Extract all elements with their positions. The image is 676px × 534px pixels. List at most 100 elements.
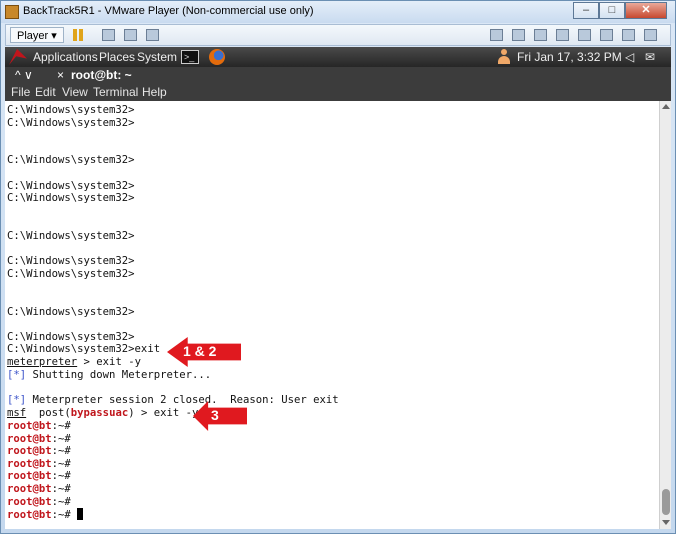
applications-menu[interactable]: Applications — [33, 50, 98, 64]
windows-prompt-line: C:\Windows\system32> — [7, 154, 135, 167]
msf-prompt: msf — [7, 407, 27, 419]
shutdown-text: Shutting down Meterpreter... — [26, 369, 212, 381]
root-prompt: root@bt — [7, 495, 52, 508]
player-menu-button[interactable]: Player ▾ — [10, 27, 64, 43]
sound-card-icon[interactable] — [600, 29, 613, 41]
callout-arrow-3: 3 — [193, 401, 247, 431]
floppy-icon[interactable] — [534, 29, 547, 41]
windows-prompt-line: C:\Windows\system32> — [7, 104, 135, 116]
root-prompt-suffix: :~# — [51, 432, 78, 445]
msf-module: bypassuac — [70, 407, 129, 419]
fullscreen-icon[interactable] — [124, 29, 137, 41]
gnome-top-panel: Applications Places System >_ Fri Jan 17… — [5, 47, 671, 67]
meterpreter-line: meterpreter > exit -y — [7, 356, 141, 369]
msf-line: msf post(bypassuac) > exit -y — [7, 407, 198, 420]
session-closed-text: Meterpreter session 2 closed. Reason: Us… — [26, 394, 339, 406]
terminal-menu-bar: File Edit View Terminal Help — [5, 84, 671, 101]
root-prompt-suffix: :~# — [51, 495, 78, 508]
pause-icon[interactable] — [72, 29, 85, 41]
terminal-scrollbar[interactable] — [659, 101, 671, 529]
windows-prompt-line: C:\Windows\system32> — [7, 330, 135, 343]
windows-prompt-line: C:\Windows\system32> — [7, 179, 135, 192]
root-prompt-line: root@bt:~# — [7, 420, 77, 433]
cd-drive-icon[interactable] — [512, 29, 525, 41]
volume-icon[interactable]: ◁ — [625, 50, 634, 64]
windows-prompt-line: C:\Windows\system32> — [7, 192, 135, 205]
root-prompt-line: root@bt:~# — [7, 470, 77, 483]
tab-close-icon[interactable]: × — [57, 68, 64, 82]
terminal-output[interactable]: C:\Windows\system32> C:\Windows\system32>… — [5, 101, 659, 529]
printer-icon[interactable] — [578, 29, 591, 41]
terminal-title-bar: ^ ∨ × root@bt: ~ — [5, 67, 671, 84]
callout-label-1-2: 1 & 2 — [183, 343, 217, 359]
window-title-bar[interactable]: BackTrack5R1 - VMware Player (Non-commer… — [1, 1, 675, 23]
menu-help[interactable]: Help — [142, 85, 167, 99]
msf-post: post( — [26, 407, 71, 419]
callout-arrow-1-2: 1 & 2 — [167, 337, 241, 367]
panel-clock[interactable]: Fri Jan 17, 3:32 PM — [517, 50, 622, 64]
vmware-toolbar: Player ▾ — [5, 24, 671, 46]
root-prompt-suffix: :~# — [51, 470, 78, 483]
shutdown-line: [*] Shutting down Meterpreter... — [7, 369, 211, 382]
red-arrow-icon — [193, 401, 247, 431]
scroll-up-arrow-icon[interactable] — [662, 104, 670, 109]
terminal-launcher-icon[interactable]: >_ — [181, 50, 199, 64]
root-prompt: root@bt — [7, 445, 52, 458]
scroll-down-arrow-icon[interactable] — [662, 520, 670, 525]
window-controls: – □ ✕ — [573, 2, 667, 19]
windows-prompt-line: C:\Windows\system32> — [7, 305, 135, 318]
windows-prompt-line: C:\Windows\system32>exit — [7, 343, 161, 356]
root-prompt-line: root@bt:~# — [7, 496, 77, 509]
menu-edit[interactable]: Edit — [35, 85, 56, 99]
meterpreter-prompt: meterpreter — [7, 356, 78, 368]
vmware-app-icon — [5, 5, 19, 19]
usb-device-icon[interactable] — [556, 29, 569, 41]
backtrack-logo-icon[interactable] — [9, 49, 27, 65]
root-prompt-line: root@bt:~# — [7, 445, 77, 458]
msf-command: ) > exit -y — [128, 407, 199, 419]
windows-prompt-line: C:\Windows\system32> — [7, 116, 135, 129]
root-prompt: root@bt — [7, 483, 52, 495]
root-prompt-line: root@bt:~# — [7, 483, 77, 496]
menu-file[interactable]: File — [11, 85, 30, 99]
meterpreter-command: > exit -y — [77, 356, 141, 368]
mail-icon[interactable]: ✉ — [645, 50, 655, 64]
send-ctrl-alt-del-icon[interactable] — [102, 29, 115, 41]
root-prompt-suffix: :~# — [51, 445, 78, 458]
info-marker: [*] — [7, 369, 27, 381]
root-prompt: root@bt — [7, 457, 52, 470]
network-adapter-icon[interactable] — [490, 29, 503, 41]
menu-view[interactable]: View — [62, 85, 88, 99]
menu-terminal[interactable]: Terminal — [93, 85, 138, 99]
root-prompt: root@bt — [7, 432, 52, 445]
root-prompt-suffix: :~# — [51, 457, 78, 470]
info-marker: [*] — [7, 394, 27, 406]
maximize-button[interactable]: □ — [599, 2, 625, 19]
windows-prompt-line: C:\Windows\system32> — [7, 230, 135, 242]
root-prompt-line: root@bt:~# — [7, 433, 77, 446]
root-prompt-suffix: :~# — [51, 509, 78, 522]
firefox-launcher-icon[interactable] — [209, 49, 225, 65]
hard-disk-icon[interactable] — [622, 29, 635, 41]
root-prompt: root@bt — [7, 470, 52, 483]
system-menu[interactable]: System — [137, 50, 177, 64]
root-prompt-suffix: :~# — [51, 483, 78, 495]
root-prompt-suffix: :~# — [51, 420, 78, 432]
places-menu[interactable]: Places — [99, 50, 135, 64]
root-prompt: root@bt — [7, 509, 52, 522]
unity-icon[interactable] — [146, 29, 159, 41]
scroll-thumb[interactable] — [662, 489, 670, 515]
tab-scroll-arrows[interactable]: ^ ∨ — [15, 68, 33, 82]
vmware-player-window: BackTrack5R1 - VMware Player (Non-commer… — [0, 0, 676, 534]
callout-label-3: 3 — [211, 407, 219, 423]
user-icon[interactable] — [497, 49, 511, 64]
message-log-icon[interactable] — [644, 29, 657, 41]
windows-prompt-line: C:\Windows\system32> — [7, 267, 135, 280]
terminal-tab-title[interactable]: root@bt: ~ — [71, 68, 132, 82]
root-prompt-line: root@bt:~# — [7, 458, 77, 471]
window-title: BackTrack5R1 - VMware Player (Non-commer… — [23, 5, 314, 17]
close-button[interactable]: ✕ — [625, 2, 667, 19]
root-prompt-line: root@bt:~# — [7, 508, 84, 522]
minimize-button[interactable]: – — [573, 2, 599, 19]
root-prompt: root@bt — [7, 420, 52, 432]
